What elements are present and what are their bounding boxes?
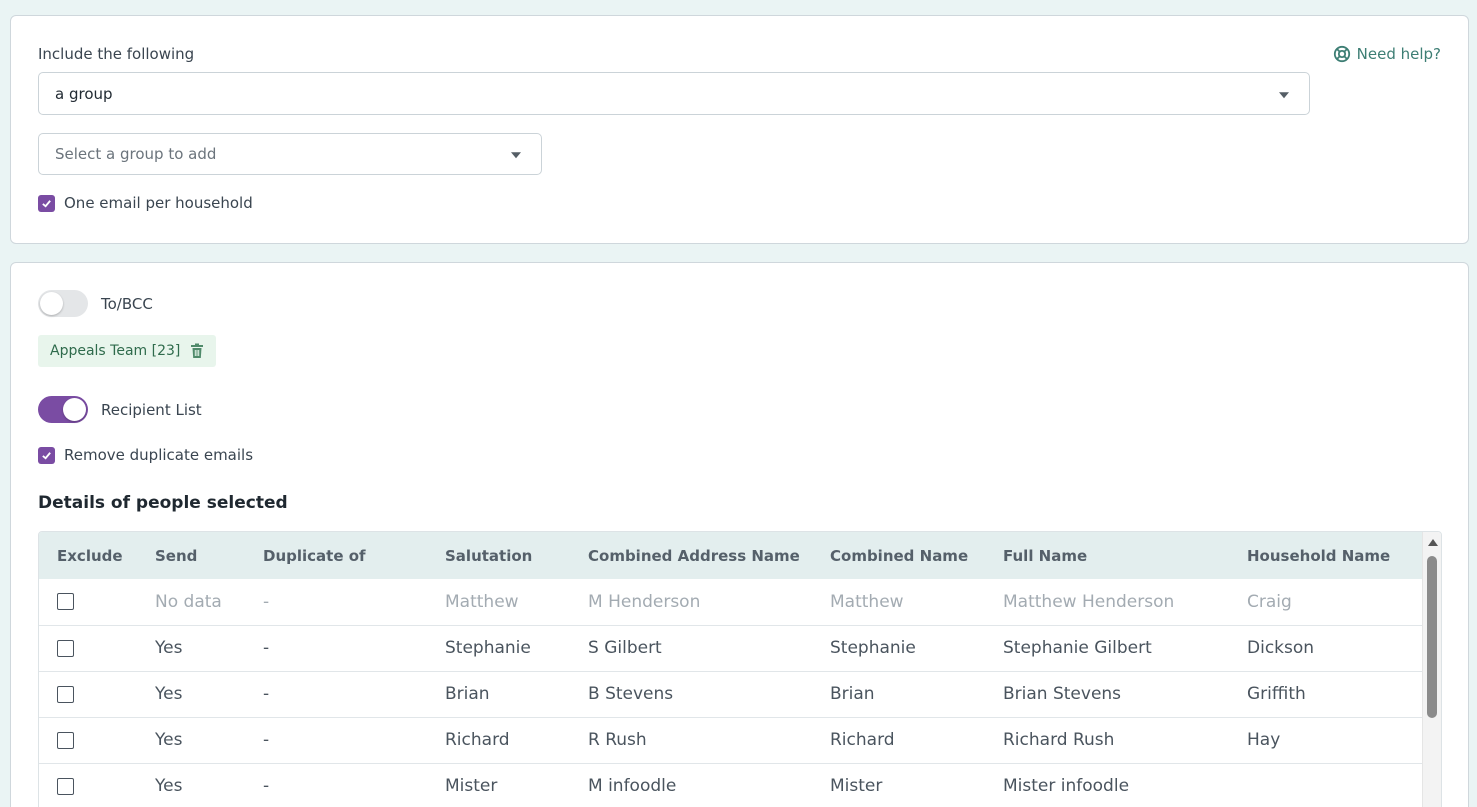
send-cell: No data: [137, 579, 245, 626]
checkmark-icon: [42, 451, 51, 460]
remove-duplicates-label: Remove duplicate emails: [64, 446, 254, 464]
group-select[interactable]: Select a group to add: [38, 133, 542, 175]
address-name-cell: M Henderson: [570, 579, 812, 626]
duplicate-cell: -: [245, 625, 427, 672]
duplicate-cell: -: [245, 579, 427, 626]
column-header[interactable]: Household Name: [1229, 532, 1422, 579]
table-row: Yes - Brian B Stevens Brian Brian Steven…: [39, 671, 1422, 718]
column-header[interactable]: Combined Name: [812, 532, 985, 579]
combined-name-cell: Brian: [812, 671, 985, 718]
remove-duplicates-checkbox[interactable]: [38, 446, 55, 464]
table-row: Yes - Stephanie S Gilbert Stephanie Step…: [39, 625, 1422, 672]
address-name-cell: M infoodle: [570, 763, 812, 807]
full-name-cell: Richard Rush: [985, 717, 1229, 764]
lifebuoy-icon: [1333, 45, 1350, 63]
recipient-list-toggle[interactable]: [38, 396, 88, 423]
full-name-cell: Matthew Henderson: [985, 579, 1229, 626]
toggle-knob: [40, 292, 63, 315]
full-name-cell: Brian Stevens: [985, 671, 1229, 718]
people-table: Exclude Send Duplicate of Salutation Com…: [38, 531, 1442, 807]
include-type-select[interactable]: a group: [38, 72, 1310, 115]
one-email-per-household-checkbox[interactable]: [38, 194, 55, 212]
table-header-row: Exclude Send Duplicate of Salutation Com…: [39, 532, 1422, 579]
send-cell: Yes: [137, 671, 245, 718]
column-header[interactable]: Duplicate of: [245, 532, 427, 579]
include-label: Include the following: [38, 45, 195, 63]
chevron-down-icon: [1279, 91, 1289, 98]
send-cell: Yes: [137, 717, 245, 764]
address-name-cell: R Rush: [570, 717, 812, 764]
to-bcc-label: To/BCC: [101, 294, 153, 313]
salutation-cell: Matthew: [427, 579, 570, 626]
duplicate-cell: -: [245, 671, 427, 718]
household-cell: Hay: [1229, 717, 1422, 764]
exclude-checkbox[interactable]: [57, 685, 74, 703]
duplicate-cell: -: [245, 717, 427, 764]
table-row: No data - Matthew M Henderson Matthew Ma…: [39, 579, 1422, 626]
salutation-cell: Brian: [427, 671, 570, 718]
trash-icon[interactable]: [190, 343, 204, 359]
send-cell: Yes: [137, 625, 245, 672]
remove-duplicates-option[interactable]: Remove duplicate emails: [38, 446, 253, 464]
duplicate-cell: -: [245, 763, 427, 807]
toggle-knob: [63, 398, 86, 421]
exclude-checkbox[interactable]: [57, 777, 74, 795]
table-scrollbar[interactable]: [1422, 532, 1441, 807]
scrollbar-thumb[interactable]: [1427, 556, 1437, 718]
address-name-cell: S Gilbert: [570, 625, 812, 672]
combined-name-cell: Stephanie: [812, 625, 985, 672]
combined-name-cell: Mister: [812, 763, 985, 807]
full-name-cell: Stephanie Gilbert: [985, 625, 1229, 672]
recipient-list-label: Recipient List: [101, 400, 202, 419]
combined-name-cell: Matthew: [812, 579, 985, 626]
full-name-cell: Mister infoodle: [985, 763, 1229, 807]
need-help-label: Need help?: [1356, 45, 1441, 63]
to-bcc-option[interactable]: To/BCC: [38, 290, 153, 317]
one-email-per-household-label: One email per household: [64, 194, 253, 212]
details-title: Details of people selected: [38, 493, 288, 513]
exclude-checkbox[interactable]: [57, 731, 74, 749]
include-panel: Include the following Need help? a group…: [10, 15, 1469, 244]
table-row: Yes - Mister M infoodle Mister Mister in…: [39, 763, 1422, 807]
exclude-checkbox[interactable]: [57, 639, 74, 657]
group-chip: Appeals Team [23]: [38, 335, 217, 367]
group-select-placeholder: Select a group to add: [55, 145, 217, 163]
to-bcc-toggle[interactable]: [38, 290, 88, 317]
household-cell: [1229, 763, 1422, 807]
chevron-down-icon: [511, 152, 521, 159]
include-type-value: a group: [55, 84, 113, 103]
scroll-up-arrow-icon[interactable]: [1428, 539, 1438, 546]
combined-name-cell: Richard: [812, 717, 985, 764]
salutation-cell: Richard: [427, 717, 570, 764]
need-help-link[interactable]: Need help?: [1333, 45, 1441, 63]
recipients-panel: To/BCC Appeals Team [23] Recipient List …: [10, 262, 1469, 807]
salutation-cell: Stephanie: [427, 625, 570, 672]
send-cell: Yes: [137, 763, 245, 807]
household-cell: Craig: [1229, 579, 1422, 626]
address-name-cell: B Stevens: [570, 671, 812, 718]
column-header[interactable]: Full Name: [985, 532, 1229, 579]
group-chip-label: Appeals Team [23]: [50, 343, 181, 359]
exclude-checkbox[interactable]: [57, 593, 74, 611]
column-header[interactable]: Combined Address Name: [570, 532, 812, 579]
salutation-cell: Mister: [427, 763, 570, 807]
table-row: Yes - Richard R Rush Richard Richard Rus…: [39, 717, 1422, 764]
household-cell: Griffith: [1229, 671, 1422, 718]
one-email-per-household-option[interactable]: One email per household: [38, 194, 253, 212]
recipient-list-option[interactable]: Recipient List: [38, 396, 202, 423]
column-header[interactable]: Exclude: [39, 532, 137, 579]
household-cell: Dickson: [1229, 625, 1422, 672]
checkmark-icon: [42, 199, 51, 208]
column-header[interactable]: Salutation: [427, 532, 570, 579]
column-header[interactable]: Send: [137, 532, 245, 579]
